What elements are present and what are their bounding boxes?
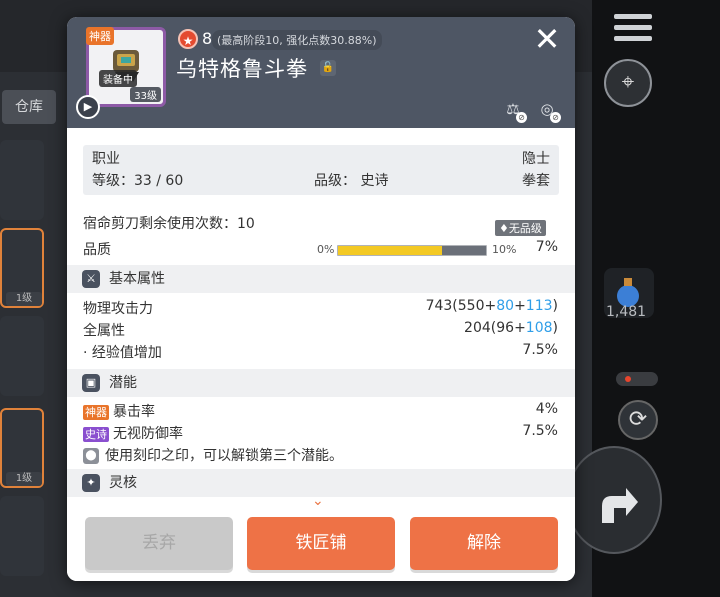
menu-icon[interactable] [614, 14, 652, 48]
star-icon: ★ [178, 29, 198, 49]
quality-max: 10% [492, 243, 517, 256]
quality-bar-fill [338, 246, 442, 255]
cube-icon: ▣ [82, 374, 100, 392]
core-title: 灵核 [109, 475, 137, 491]
inventory-slot-selected[interactable]: 1级 [0, 228, 44, 308]
inventory-slot-selected[interactable]: 1级 [0, 408, 44, 488]
potential-line: 史诗 无视防御率 [83, 426, 183, 442]
quality-label: 品质 [83, 242, 111, 258]
core-icon: ✦ [82, 474, 100, 492]
no-grade-tag: ♦无品级 [495, 220, 546, 236]
transfer-restrict-icon[interactable]: ◎ ⊘ [535, 97, 561, 123]
close-icon[interactable]: ✕ [529, 21, 565, 57]
action-bar: 丢弃 铁匠铺 解除 [67, 514, 575, 581]
jump-action-button[interactable] [566, 446, 662, 554]
epic-tag: 史诗 [83, 427, 109, 442]
trade-restrict-icon[interactable]: ⚖ ⊘ [501, 97, 527, 123]
potential-value: 4% [535, 401, 558, 417]
grade-label: 品级： 史诗 [314, 173, 389, 189]
play-icon[interactable]: ▶ [76, 95, 100, 119]
exp-bonus-label: · 经验值增加 [83, 345, 162, 361]
inventory-slot[interactable] [0, 140, 44, 220]
unequip-button[interactable]: 解除 [410, 517, 558, 570]
item-info-box: 职业 隐士 等级：33 / 60 品级： 史诗 拳套 [83, 145, 559, 195]
star-force-note: (最高阶段10, 强化点数30.88%) [212, 30, 382, 50]
level-label: 等级：33 / 60 [92, 173, 184, 189]
inventory-slot[interactable] [0, 316, 44, 396]
potion-count: 1,481 [606, 304, 647, 320]
item-detail-content[interactable]: 职业 隐士 等级：33 / 60 品级： 史诗 拳套 宿命剪刀剩余使用次数：10… [67, 128, 575, 508]
basic-stats-title: 基本属性 [109, 271, 165, 287]
stat-value-attack: 743(550+80+113) [425, 298, 558, 314]
refresh-icon[interactable]: ⟳ [618, 400, 658, 440]
quality-value: 7% [535, 239, 558, 255]
scissors-count: 宿命剪刀剩余使用次数：10 [83, 216, 255, 232]
job-label: 职业 [92, 151, 120, 167]
modal-header: 神器 装备中 33级 ▶ ★ 8 (最高阶段10, 强化点数30.88%) 乌特… [67, 17, 575, 128]
discard-button[interactable]: 丢弃 [85, 517, 233, 570]
basic-stats-header: ⚔ 基本属性 [67, 265, 575, 293]
level-row: 等级：33 / 60 品级： 史诗 拳套 [83, 171, 559, 191]
item-level-badge: 33级 [130, 87, 161, 102]
stat-name: 物理攻击力 [83, 301, 153, 317]
weapon-type: 拳套 [522, 173, 550, 189]
potential-hint: ⬤ 使用刻印之印，可以解锁第三个潜能。 [83, 445, 343, 465]
stat-value-allstat: 204(96+108) [464, 320, 558, 336]
tab-storage[interactable]: 仓库 [2, 90, 56, 124]
slot-level-badge: 1级 [6, 472, 42, 486]
artifact-tag: 神器 [86, 27, 114, 45]
potential-value: 7.5% [522, 423, 558, 439]
item-name: 乌特格鲁斗拳 [176, 57, 308, 81]
sword-icon: ⚔ [82, 270, 100, 288]
artifact-tag: 神器 [83, 405, 109, 420]
auto-toggle[interactable] [616, 372, 658, 386]
inventory-slot[interactable] [0, 496, 44, 576]
slot-level-badge: 1级 [6, 292, 42, 306]
item-detail-modal: 神器 装备中 33级 ▶ ★ 8 (最高阶段10, 强化点数30.88%) 乌特… [67, 17, 575, 581]
star-count: 8 [202, 29, 213, 48]
job-value: 隐士 [522, 151, 550, 167]
exp-bonus-value: 7.5% [522, 342, 558, 358]
potential-header: ▣ 潜能 [67, 369, 575, 397]
chevron-down-icon[interactable]: ⌄ [312, 493, 324, 509]
quality-min: 0% [317, 243, 335, 256]
potential-line: 神器 暴击率 [83, 404, 155, 420]
map-pin-icon[interactable]: ⌖ [604, 59, 652, 107]
blacksmith-button[interactable]: 铁匠铺 [247, 517, 395, 570]
item-icon-frame[interactable]: 神器 装备中 33级 [86, 27, 166, 107]
unlock-icon[interactable]: 🔓 [320, 60, 336, 76]
seal-icon: ⬤ [83, 448, 99, 464]
quality-bar [337, 245, 487, 256]
stat-name: 全属性 [83, 323, 125, 339]
equipped-label: 装备中 [99, 70, 137, 87]
potential-title: 潜能 [109, 375, 137, 391]
job-row: 职业 隐士 [83, 149, 559, 169]
star-force-row: 8 [202, 29, 212, 48]
